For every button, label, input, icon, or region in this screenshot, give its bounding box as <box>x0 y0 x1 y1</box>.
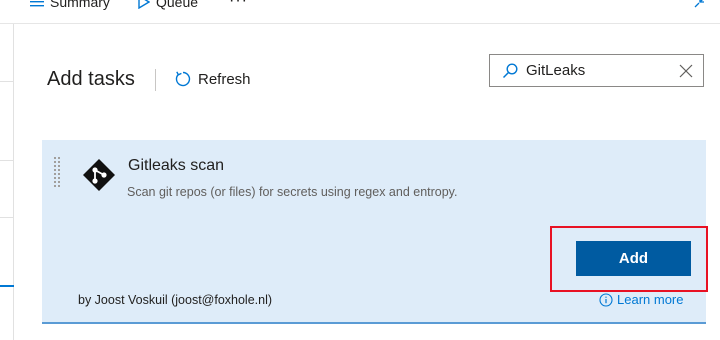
collapse-icon[interactable] <box>694 0 706 8</box>
task-description: Scan git repos (or files) for secrets us… <box>127 185 458 199</box>
queue-button-label: Queue <box>156 0 199 10</box>
divider <box>0 217 14 218</box>
search-icon <box>502 62 518 78</box>
refresh-label: Refresh <box>198 70 251 88</box>
play-icon <box>138 0 150 9</box>
more-actions-button[interactable]: ··· <box>229 0 248 10</box>
divider <box>0 81 14 82</box>
search-input[interactable] <box>526 62 676 79</box>
page-title: Add tasks <box>47 68 135 90</box>
drag-handle-icon[interactable] <box>54 157 62 187</box>
list-icon <box>30 1 44 7</box>
summary-tab[interactable]: Summary <box>30 0 110 10</box>
divider <box>0 160 14 161</box>
divider <box>0 285 14 287</box>
add-task-button[interactable]: Add <box>576 241 691 276</box>
git-diamond-icon <box>83 159 115 191</box>
task-card[interactable]: Gitleaks scan Scan git repos (or files) … <box>42 140 708 324</box>
learn-more-link[interactable]: Learn more <box>599 292 683 307</box>
task-author: by Joost Voskuil (joost@foxhole.nl) <box>78 293 273 307</box>
close-icon[interactable] <box>679 64 693 78</box>
divider <box>155 69 156 91</box>
info-icon <box>599 292 613 307</box>
learn-more-label: Learn more <box>617 292 684 307</box>
queue-button[interactable]: Queue <box>138 0 198 10</box>
refresh-icon <box>175 71 191 87</box>
left-panel-edge <box>0 24 14 340</box>
task-name: Gitleaks scan <box>128 157 225 174</box>
refresh-button[interactable]: Refresh <box>174 70 251 88</box>
task-search-box[interactable] <box>489 54 704 87</box>
pipeline-toolbar: Summary Queue ··· <box>0 0 720 24</box>
summary-tab-label: Summary <box>50 0 110 10</box>
